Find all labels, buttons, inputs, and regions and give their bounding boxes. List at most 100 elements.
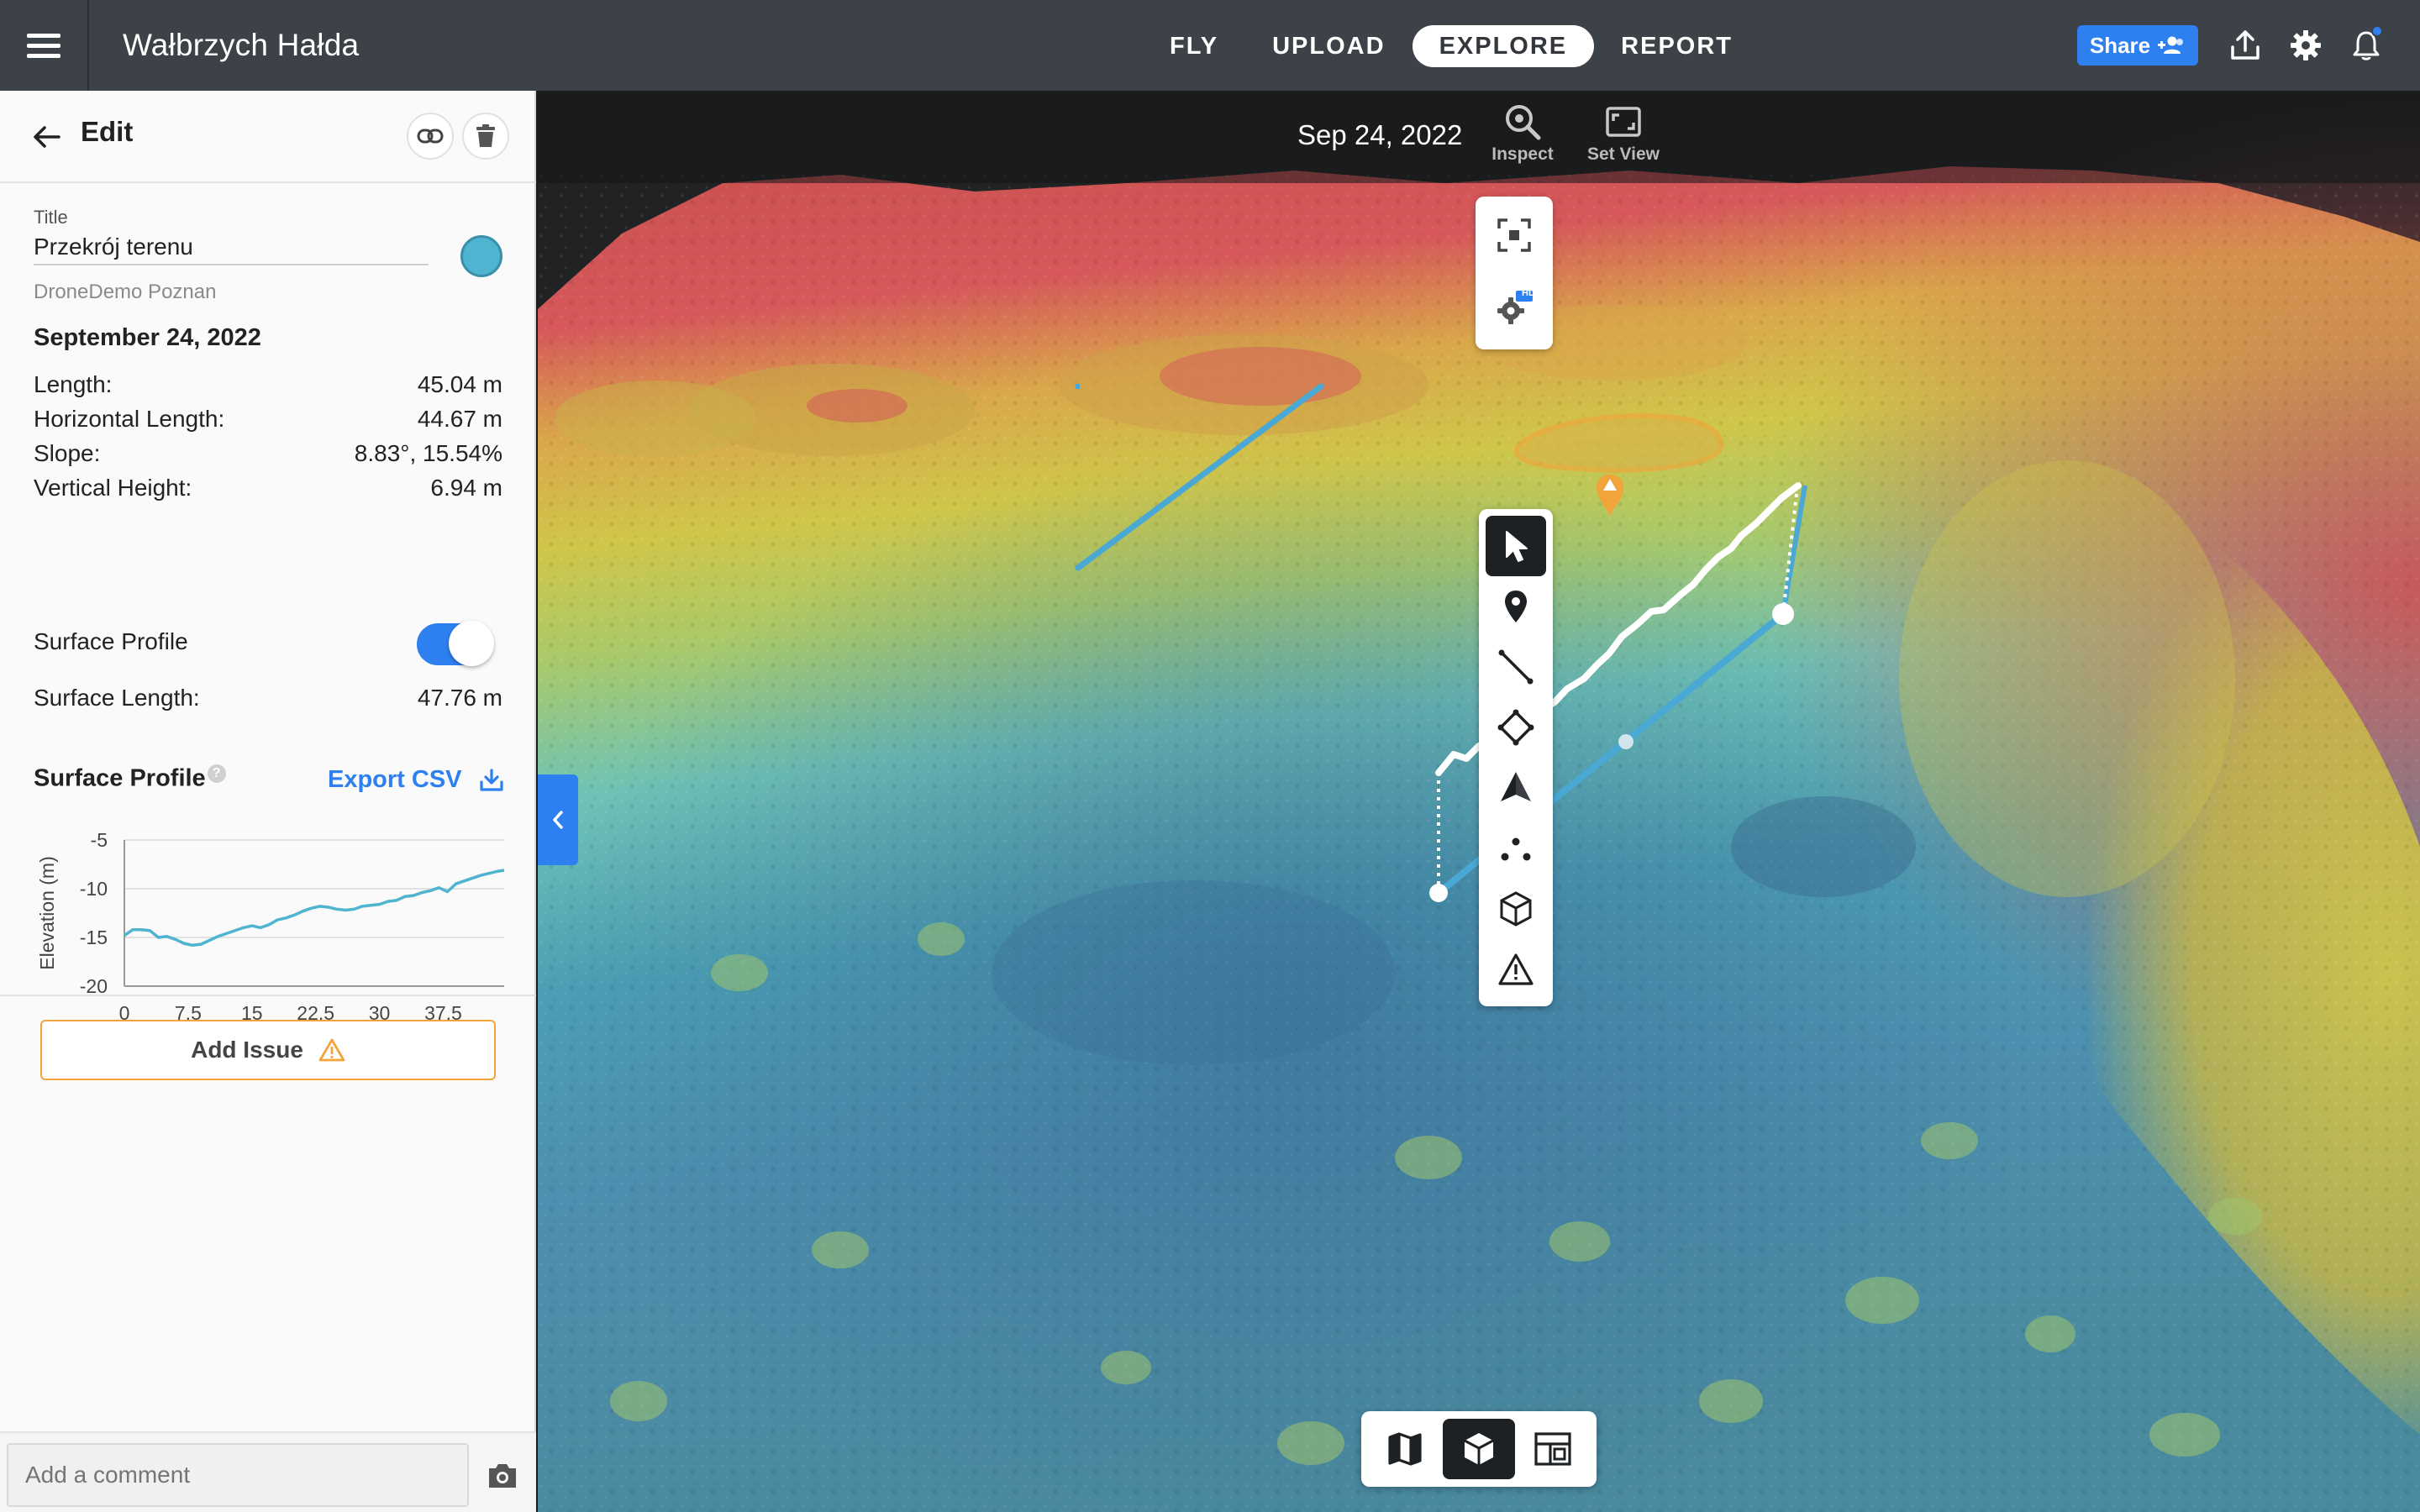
back-arrow-icon[interactable] <box>30 121 62 153</box>
stat-value: 47.76 m <box>417 685 502 711</box>
issue-tool[interactable] <box>1486 939 1546 1000</box>
y-tick-label: -10 <box>80 878 108 900</box>
marker-icon <box>1505 591 1527 622</box>
warning-icon <box>1498 953 1534 985</box>
hd-settings-button[interactable]: HD <box>1484 277 1544 338</box>
notification-badge <box>2371 25 2383 37</box>
polygon-tool[interactable] <box>1486 697 1546 758</box>
collapse-panel-button[interactable] <box>538 774 578 865</box>
line-icon <box>1498 649 1534 685</box>
title-field[interactable] <box>34 230 429 265</box>
profile-series-line <box>124 869 505 948</box>
focus-button[interactable] <box>1484 205 1544 265</box>
tab-report[interactable]: REPORT <box>1594 25 1760 67</box>
points-icon <box>1501 837 1531 861</box>
select-icon <box>1506 531 1528 562</box>
panel-divider <box>0 995 536 996</box>
y-axis-label: Elevation (m) <box>36 856 58 969</box>
stat-label: Horizontal Length: <box>34 406 225 432</box>
tab-fly[interactable]: FLY <box>1143 25 1245 67</box>
menu-icon <box>27 34 60 58</box>
split-view-button[interactable] <box>1517 1419 1589 1479</box>
inspect-label: Inspect <box>1491 144 1554 164</box>
3d-viewport[interactable]: Sep 24, 2022 Inspect Set View HD <box>538 91 2420 1512</box>
trash-icon <box>476 124 495 147</box>
tab-upload[interactable]: UPLOAD <box>1245 25 1412 67</box>
surface-profile-toggle-label: Surface Profile <box>34 628 188 654</box>
y-tick-label: -5 <box>91 829 108 851</box>
layout-icon <box>1534 1432 1571 1466</box>
stat-length: Length: 45.04 m <box>34 371 502 405</box>
menu-button[interactable] <box>0 0 89 91</box>
export-csv-link[interactable]: Export CSV <box>328 766 504 794</box>
upload-icon[interactable] <box>2228 29 2262 62</box>
volume-icon <box>1501 772 1531 801</box>
color-picker[interactable] <box>460 235 502 277</box>
toggle-knob <box>449 621 494 666</box>
tab-explore[interactable]: EXPLORE <box>1412 25 1595 67</box>
volume-tool[interactable] <box>1486 758 1546 818</box>
3d-box-icon <box>1464 1433 1494 1465</box>
cube-tool[interactable] <box>1486 879 1546 939</box>
set-view-label: Set View <box>1587 144 1660 164</box>
stat-label: Surface Length: <box>34 685 200 711</box>
3d-view-button[interactable] <box>1443 1419 1515 1479</box>
share-button[interactable]: Share <box>2077 25 2198 66</box>
download-icon <box>479 768 503 791</box>
y-tick-label: -15 <box>80 927 108 948</box>
organization-name: DroneDemo Poznan <box>34 281 217 303</box>
polygon-icon <box>1497 709 1534 746</box>
surface-profile-title: Surface Profile <box>34 764 206 792</box>
add-issue-button[interactable]: Add Issue <box>40 1020 496 1080</box>
title-label: Title <box>34 207 68 228</box>
measurement-toolbar <box>1479 509 1553 1006</box>
view-tools-panel: HD <box>1476 197 1553 349</box>
stat-slope: Slope: 8.83°, 15.54% <box>34 440 502 474</box>
frame-icon <box>1606 107 1641 137</box>
view-date[interactable]: Sep 24, 2022 <box>1297 119 1462 151</box>
comment-bar <box>0 1431 536 1512</box>
set-view-tool[interactable]: Set View <box>1581 102 1665 165</box>
link-icon <box>417 129 444 144</box>
camera-icon[interactable] <box>486 1462 519 1490</box>
map-icon <box>1388 1432 1422 1466</box>
stat-value: 45.04 m <box>417 371 502 397</box>
focus-icon <box>1497 218 1531 252</box>
delete-button[interactable] <box>462 113 509 160</box>
stat-vertical-height: Vertical Height: 6.94 m <box>34 475 502 508</box>
add-issue-label: Add Issue <box>191 1037 303 1063</box>
top-bar: Wałbrzych Hałda FLY UPLOAD EXPLORE REPOR… <box>0 0 2420 91</box>
marker-tool[interactable] <box>1486 576 1546 637</box>
panel-title: Edit <box>81 116 134 147</box>
chevron-left-icon <box>553 811 563 829</box>
stat-value: 6.94 m <box>430 475 502 501</box>
map-view-button[interactable] <box>1369 1419 1441 1479</box>
select-tool[interactable] <box>1486 516 1546 576</box>
edit-panel: Edit Title DroneDemo Poznan September 24… <box>0 91 536 1512</box>
surface-profile-toggle[interactable] <box>417 621 494 666</box>
stat-label: Vertical Height: <box>34 475 192 501</box>
help-icon[interactable]: ? <box>207 764 226 783</box>
stat-label: Length: <box>34 371 113 397</box>
line-tool[interactable] <box>1486 637 1546 697</box>
gear-icon[interactable] <box>2289 29 2323 62</box>
link-button[interactable] <box>407 113 454 160</box>
notifications-button[interactable] <box>2349 25 2383 62</box>
view-mode-switch <box>1361 1411 1597 1487</box>
hd-badge: HD <box>1522 288 1535 298</box>
comment-input[interactable] <box>7 1443 469 1507</box>
capture-date: September 24, 2022 <box>34 324 261 351</box>
stat-horizontal-length: Horizontal Length: 44.67 m <box>34 406 502 439</box>
date-strip: Sep 24, 2022 Inspect Set View <box>538 91 2420 183</box>
inspect-tool[interactable]: Inspect <box>1481 102 1565 165</box>
surface-profile-heading: Surface Profile? <box>34 764 226 793</box>
project-title: Wałbrzych Hałda <box>123 28 360 62</box>
panel-header: Edit <box>0 91 536 183</box>
magnifier-icon <box>1506 105 1541 140</box>
points-tool[interactable] <box>1486 818 1546 879</box>
stat-value: 44.67 m <box>417 406 502 432</box>
cube-icon <box>1500 891 1532 927</box>
warning-icon <box>318 1038 345 1062</box>
stat-label: Slope: <box>34 440 101 466</box>
add-user-icon <box>2158 36 2184 54</box>
